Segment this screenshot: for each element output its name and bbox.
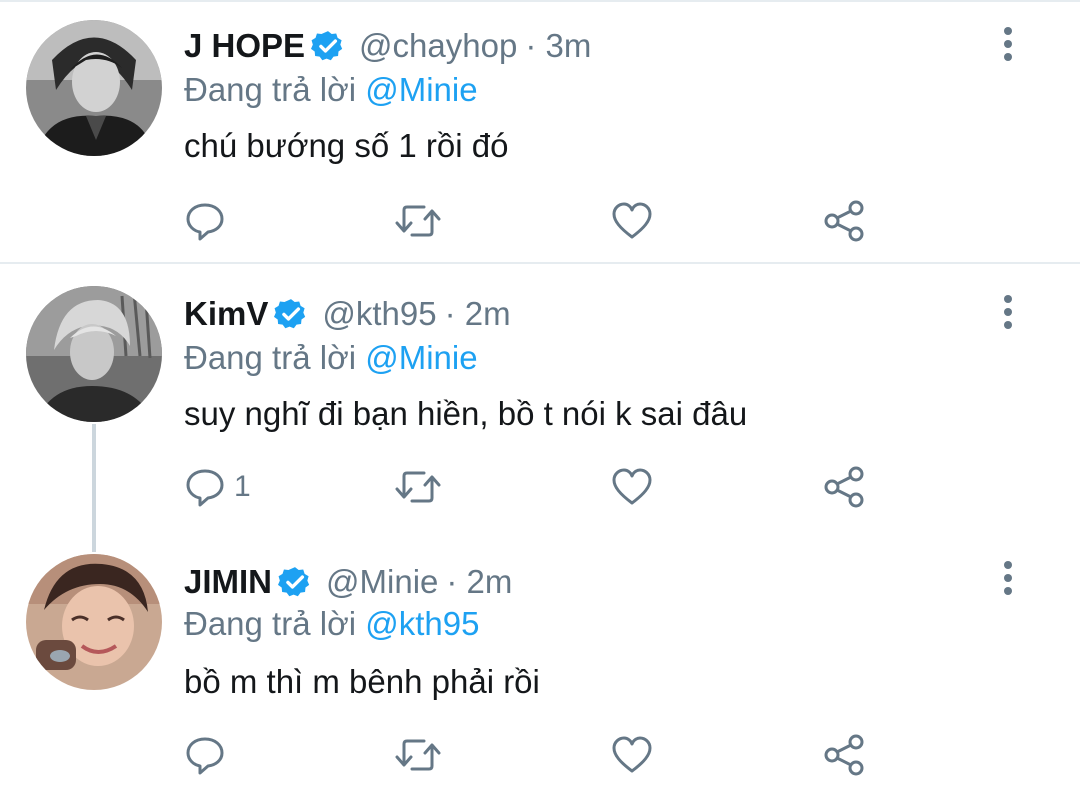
share-button[interactable] <box>822 462 866 512</box>
retweet-icon <box>394 466 442 508</box>
handle[interactable]: @kth95 <box>322 295 436 333</box>
like-icon <box>610 466 654 508</box>
more-icon[interactable] <box>994 558 1022 598</box>
reply-button[interactable]: 1 <box>184 462 251 512</box>
replying-to-row: Đang trả lời @kth95 <box>184 602 479 646</box>
more-icon[interactable] <box>994 292 1022 332</box>
tweet-text: bồ m thì m bênh phải rồi <box>184 663 540 700</box>
share-icon <box>822 199 866 243</box>
reply-button[interactable] <box>184 196 234 246</box>
verified-badge-icon <box>278 565 312 599</box>
like-button[interactable] <box>610 730 654 780</box>
share-icon <box>822 733 866 777</box>
like-icon <box>610 734 654 776</box>
tweet-text: chú bướng số 1 rồi đó <box>184 127 509 164</box>
avatar[interactable] <box>26 286 162 422</box>
tweet-feed: J HOPE @chayhop · 3m Đang trả lời @Minie… <box>0 0 1080 812</box>
retweet-icon <box>394 200 442 242</box>
author-row: JIMIN @Minie · 2m <box>184 560 512 604</box>
share-button[interactable] <box>822 730 866 780</box>
display-name[interactable]: JIMIN <box>184 563 272 601</box>
like-button[interactable] <box>610 462 654 512</box>
tweet-jimin[interactable]: JIMIN @Minie · 2m Đang trả lời @kth95 bồ… <box>0 532 1080 812</box>
retweet-icon <box>394 734 442 776</box>
handle[interactable]: @chayhop <box>359 27 517 65</box>
reply-button[interactable] <box>184 730 234 780</box>
action-bar <box>184 196 884 246</box>
timestamp: · 2m <box>446 563 513 600</box>
replying-to-mention[interactable]: @Minie <box>365 71 477 108</box>
author-row: KimV @kth95 · 2m <box>184 292 511 336</box>
reply-icon <box>184 466 226 508</box>
avatar[interactable] <box>26 20 162 156</box>
replying-to-row: Đang trả lời @Minie <box>184 68 478 112</box>
replying-label: Đang trả lời <box>184 71 357 108</box>
action-bar <box>184 730 884 780</box>
reply-count: 1 <box>234 470 251 503</box>
retweet-button[interactable] <box>394 462 442 512</box>
reply-icon <box>184 734 226 776</box>
timestamp: · 3m <box>525 27 592 64</box>
retweet-button[interactable] <box>394 730 442 780</box>
timestamp: · 2m <box>444 295 511 332</box>
like-button[interactable] <box>610 196 654 246</box>
more-icon[interactable] <box>994 24 1022 64</box>
display-name[interactable]: J HOPE <box>184 27 305 65</box>
display-name[interactable]: KimV <box>184 295 268 333</box>
handle[interactable]: @Minie <box>326 563 438 601</box>
share-icon <box>822 465 866 509</box>
replying-label: Đang trả lời <box>184 605 357 642</box>
action-bar: 1 <box>184 462 884 512</box>
replying-to-mention[interactable]: @kth95 <box>365 605 479 642</box>
replying-label: Đang trả lời <box>184 339 357 376</box>
verified-badge-icon <box>274 297 308 331</box>
like-icon <box>610 200 654 242</box>
verified-badge-icon <box>311 29 345 63</box>
author-row: J HOPE @chayhop · 3m <box>184 24 591 68</box>
thread-line <box>92 532 96 552</box>
tweet-jhope[interactable]: J HOPE @chayhop · 3m Đang trả lời @Minie… <box>0 0 1080 262</box>
tweet-kimv[interactable]: KimV @kth95 · 2m Đang trả lời @Minie suy… <box>0 264 1080 532</box>
avatar[interactable] <box>26 554 162 690</box>
retweet-button[interactable] <box>394 196 442 246</box>
tweet-text: suy nghĩ đi bạn hiền, bồ t nói k sai đâu <box>184 395 748 432</box>
thread-line <box>92 424 96 532</box>
replying-to-row: Đang trả lời @Minie <box>184 336 478 380</box>
replying-to-mention[interactable]: @Minie <box>365 339 477 376</box>
share-button[interactable] <box>822 196 866 246</box>
reply-icon <box>184 200 226 242</box>
